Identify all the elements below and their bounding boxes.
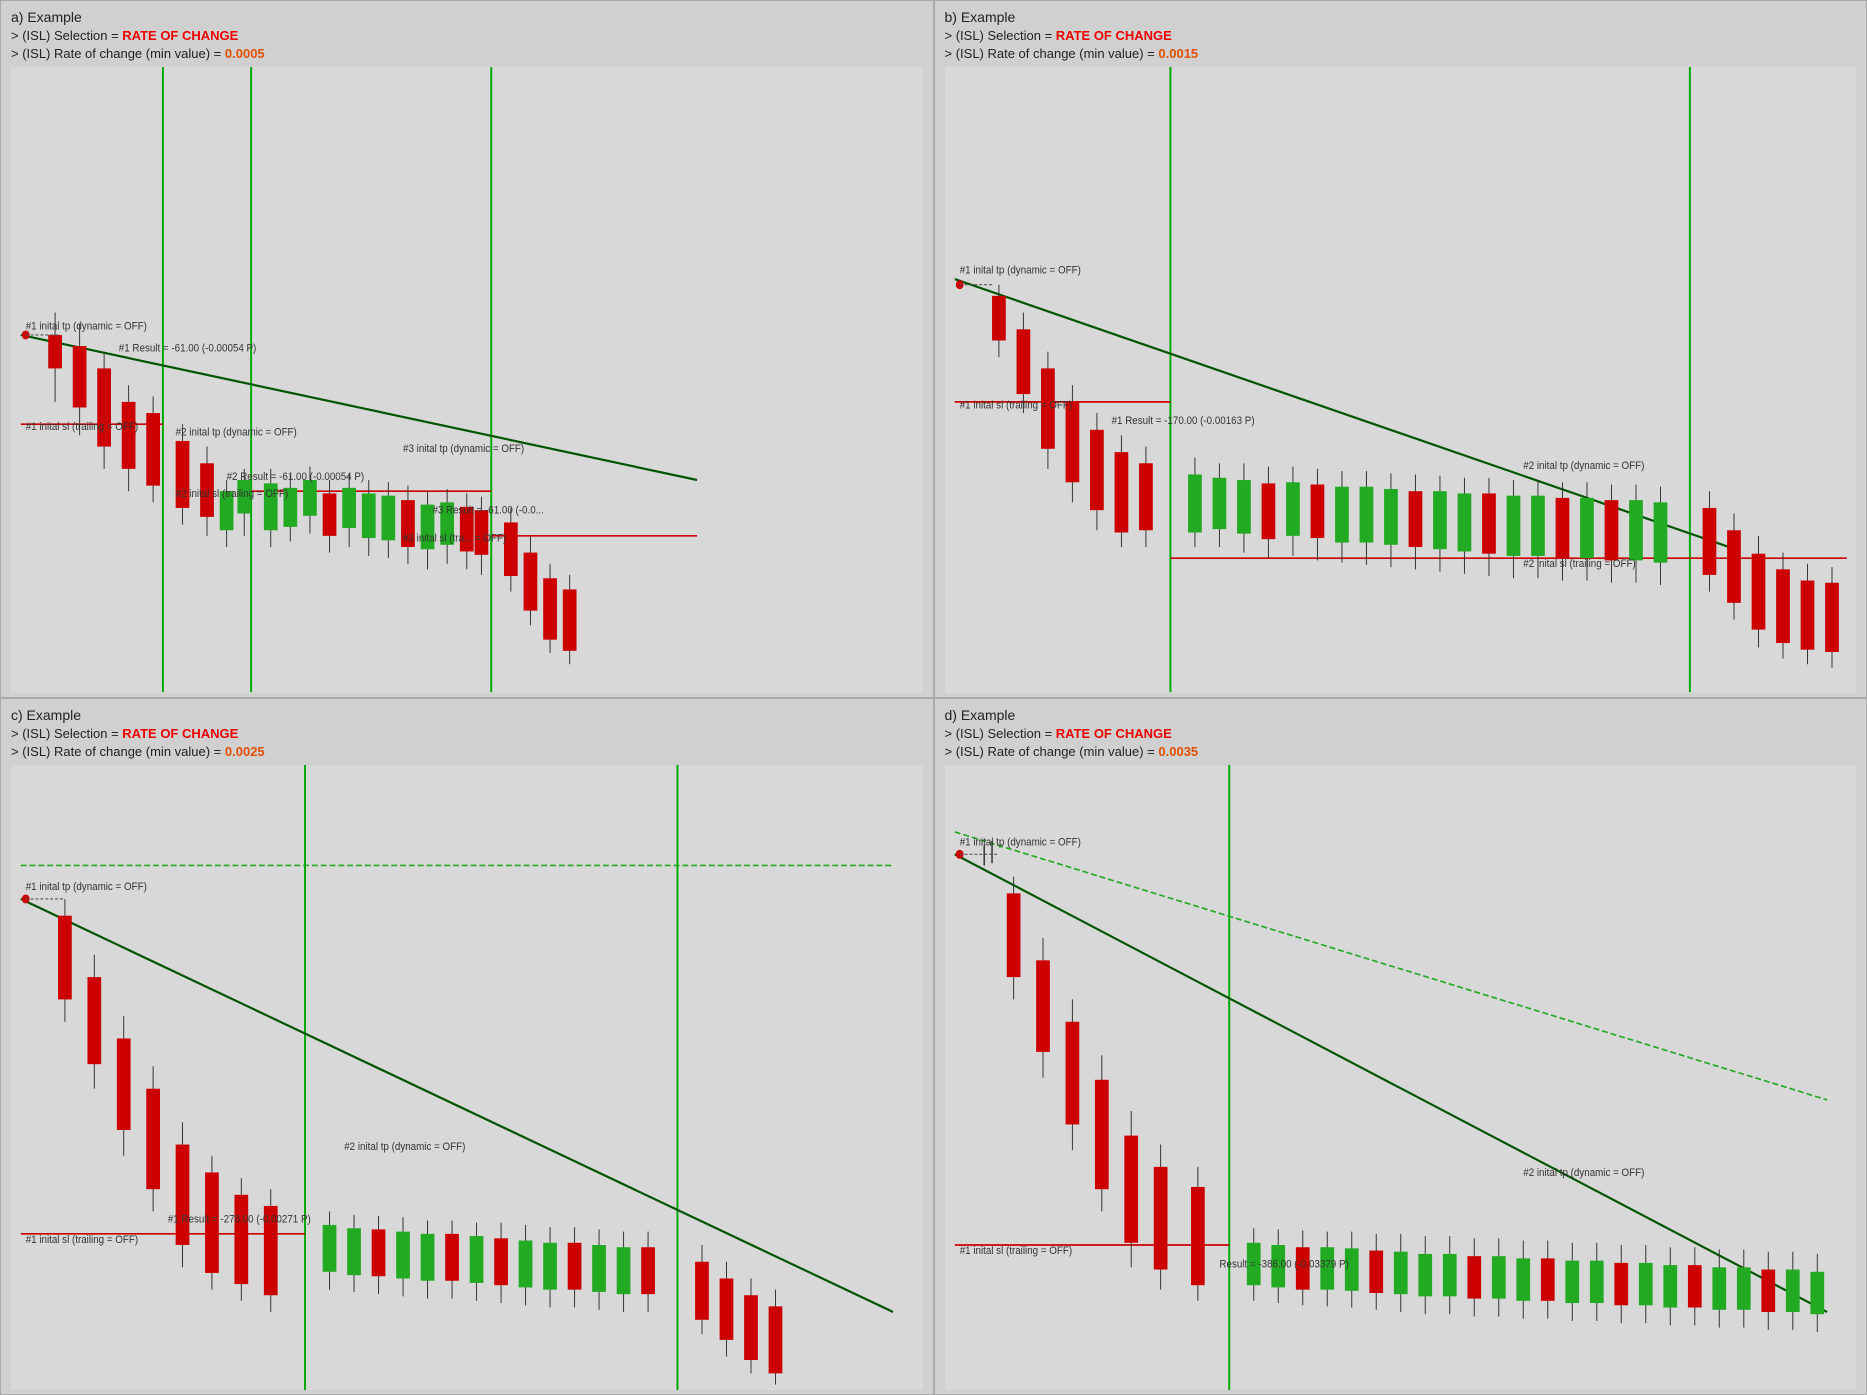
panel-b-label: b) Example [945,9,1857,25]
svg-text:Result = -386.00 (-0.03379 P): Result = -386.00 (-0.03379 P) [1219,1258,1348,1271]
panel-a-label: a) Example [11,9,923,25]
svg-text:#3 inital sl (tra... = OFF): #3 inital sl (tra... = OFF) [403,532,506,545]
svg-text:#2 inital tp (dynamic = OFF): #2 inital tp (dynamic = OFF) [1523,1166,1644,1179]
panel-c-chart: #1 inital tp (dynamic = OFF) #1 inital s… [11,765,923,1390]
svg-text:#2 Result = -61.00 (-0.00054 P: #2 Result = -61.00 (-0.00054 P) [227,471,365,484]
panel-a-line1: > (ISL) Selection = RATE OF CHANGE [11,27,923,45]
svg-text:#1 inital tp (dynamic = OFF): #1 inital tp (dynamic = OFF) [959,264,1080,277]
panel-c-label: c) Example [11,707,923,723]
panel-b-line2: > (ISL) Rate of change (min value) = 0.0… [945,45,1857,63]
panel-a-chart: #1 inital tp (dynamic = OFF) #1 inital s… [11,67,923,692]
panel-a-value: 0.0005 [225,46,265,61]
svg-text:#1 Result = -170.00 (-0.00163: #1 Result = -170.00 (-0.00163 P) [1111,415,1254,428]
svg-text:#2 inital tp (dynamic = OFF): #2 inital tp (dynamic = OFF) [176,426,297,439]
panel-b-svg: #1 inital tp (dynamic = OFF) #1 inital s… [945,67,1857,692]
svg-text:#1 Result = -278.00 (-0.00271: #1 Result = -278.00 (-0.00271 P) [168,1213,311,1226]
svg-text:#1 inital sl (trailing = OFF): #1 inital sl (trailing = OFF) [959,1244,1071,1257]
panel-d-chart: #1 inital tp (dynamic = OFF) #1 inital s… [945,765,1857,1390]
svg-text:#1 Result = -61.00 (-0.00054 P: #1 Result = -61.00 (-0.00054 P) [119,342,257,355]
svg-text:#3 Result = -61.00 (-0.0...: #3 Result = -61.00 (-0.0... [432,504,543,517]
panel-c: c) Example > (ISL) Selection = RATE OF C… [0,698,934,1395]
svg-text:#1 inital sl (trailing = OFF): #1 inital sl (trailing = OFF) [26,1233,138,1246]
panel-d-line2: > (ISL) Rate of change (min value) = 0.0… [945,743,1857,761]
svg-text:#2 inital sl (trailing = OFF): #2 inital sl (trailing = OFF) [1523,558,1635,571]
svg-text:#1 inital tp (dynamic = OFF): #1 inital tp (dynamic = OFF) [26,320,147,333]
panel-a-selection: RATE OF CHANGE [122,28,238,43]
panel-d-selection: RATE OF CHANGE [1056,726,1172,741]
svg-text:#3 inital tp (dynamic = OFF): #3 inital tp (dynamic = OFF) [403,443,524,456]
main-grid: a) Example > (ISL) Selection = RATE OF C… [0,0,1867,1395]
panel-d-svg: #1 inital tp (dynamic = OFF) #1 inital s… [945,765,1857,1390]
panel-a-svg: #1 inital tp (dynamic = OFF) #1 inital s… [11,67,923,692]
svg-text:#2 inital sl (trailing = OFF): #2 inital sl (trailing = OFF) [176,488,288,501]
panel-c-selection: RATE OF CHANGE [122,726,238,741]
panel-c-value: 0.0025 [225,744,265,759]
svg-text:#2 inital tp (dynamic = OFF): #2 inital tp (dynamic = OFF) [1523,460,1644,473]
svg-text:#1 inital sl (trailing = OFF): #1 inital sl (trailing = OFF) [959,399,1071,412]
panel-a-line2: > (ISL) Rate of change (min value) = 0.0… [11,45,923,63]
panel-d: d) Example > (ISL) Selection = RATE OF C… [934,698,1867,1395]
svg-text:#1 inital tp (dynamic = OFF): #1 inital tp (dynamic = OFF) [959,836,1080,849]
svg-text:#1 inital sl (trailing = OFF): #1 inital sl (trailing = OFF) [26,421,138,434]
panel-c-svg: #1 inital tp (dynamic = OFF) #1 inital s… [11,765,923,1390]
panel-d-value: 0.0035 [1158,744,1198,759]
panel-a: a) Example > (ISL) Selection = RATE OF C… [0,0,934,698]
svg-text:#1 inital tp (dynamic = OFF): #1 inital tp (dynamic = OFF) [26,880,147,893]
panel-b-value: 0.0015 [1158,46,1198,61]
panel-d-label: d) Example [945,707,1857,723]
panel-c-line1: > (ISL) Selection = RATE OF CHANGE [11,725,923,743]
svg-text:#2 inital tp (dynamic = OFF): #2 inital tp (dynamic = OFF) [344,1140,465,1153]
panel-b-chart: #1 inital tp (dynamic = OFF) #1 inital s… [945,67,1857,692]
panel-c-line2: > (ISL) Rate of change (min value) = 0.0… [11,743,923,761]
panel-b-line1: > (ISL) Selection = RATE OF CHANGE [945,27,1857,45]
panel-b: b) Example > (ISL) Selection = RATE OF C… [934,0,1867,698]
panel-d-line1: > (ISL) Selection = RATE OF CHANGE [945,725,1857,743]
panel-b-selection: RATE OF CHANGE [1056,28,1172,43]
